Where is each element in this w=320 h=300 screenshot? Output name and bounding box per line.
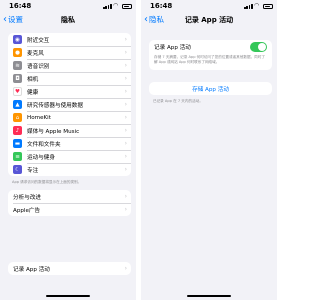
chevron-right-icon: › [124,36,127,43]
health-icon: ♥ [13,87,22,96]
chevron-right-icon: › [124,75,127,82]
chevron-right-icon: › [124,127,127,134]
chevron-right-icon: › [124,193,127,200]
wifi-icon: ◠ [254,2,260,9]
camera-icon: ◘ [13,74,22,83]
privacy-categories-list: ◉ 附近交互 › ● 麦克风 › ≋ 语音识别 › ◘ 相机 › ♥ 健康 › ▲ 研究传感器与使用数据 › ⌂ Ho… [8,33,131,176]
chevron-right-icon: › [124,49,127,56]
record-activity-toggle-row: 记录 App 活动 [149,40,272,54]
app-activity-group: 记录 App 活动 › [8,262,131,275]
privacy-screen: 16:48 ◠ ‹ 设置 隐私 ◉ 附近交互 › ● 麦克风 › ≋ 语音识别 › ◘ 相机 › ♥ 健康 ›… [0,0,136,300]
research-icon: ▲ [13,100,22,109]
battery-icon [263,4,273,9]
page-title: 隐私 [61,16,75,24]
status-bar: 16:48 ◠ [141,0,277,12]
privacy-item-label: 运动与健身 [27,154,55,161]
speech-recognition-icon: ≋ [13,61,22,70]
chevron-right-icon: › [124,153,127,160]
privacy-item[interactable]: ♥ 健康 › [8,85,131,98]
nearby-interaction-icon: ◉ [13,35,22,44]
record-app-activity-screen: 16:48 ◠ ‹ 隐私 记录 App 活动 记录 App 活动 存储 7 天摘要… [141,0,277,300]
status-bar: 16:48 ◠ [0,0,136,12]
battery-icon [122,4,132,9]
privacy-item-label: 语音识别 [27,63,50,70]
homekit-icon: ⌂ [13,113,22,122]
privacy-item[interactable]: ▬ 文件和文件夹 › [8,137,131,150]
record-app-activity-label: 记录 App 活动 [13,266,50,273]
record-activity-toggle[interactable] [250,42,267,52]
privacy-item-label: 文件和文件夹 [27,141,61,148]
page-title: 记录 App 活动 [184,16,234,24]
privacy-item-label: 相机 [27,76,39,83]
chevron-right-icon: › [124,114,127,121]
chevron-right-icon: › [124,206,127,213]
chevron-right-icon: › [124,265,127,272]
chevron-right-icon: › [124,140,127,147]
privacy-item[interactable]: ☾ 专注 › [8,163,131,176]
toggle-knob [258,43,266,51]
record-activity-description: 存储 7 天摘要，记录 App 何时访问了您的位置或者其他数据，同时了解 App… [154,55,265,64]
status-time: 16:48 [150,2,173,10]
privacy-item-label: 健康 [27,89,39,96]
folder-icon: ▬ [13,139,22,148]
microphone-icon: ● [13,48,22,57]
record-app-activity-row[interactable]: 记录 App 活动 › [8,262,131,275]
status-time: 16:48 [9,2,32,10]
record-activity-group: 记录 App 活动 存储 7 天摘要，记录 App 何时访问了您的位置或者其他数… [149,40,272,70]
focus-icon: ☾ [13,165,22,174]
wifi-icon: ◠ [113,2,119,9]
privacy-item-label: 媒体与 Apple Music [27,128,80,135]
home-indicator [46,295,90,297]
navigation-bar: ‹ 设置 隐私 [0,12,136,28]
analytics-label: 分析与改进 [13,194,41,201]
signal-icon [244,4,253,9]
privacy-item-label: 附近交互 [27,37,50,44]
record-activity-label: 记录 App 活动 [154,45,191,51]
fitness-icon: ≡ [13,152,22,161]
chevron-right-icon: › [124,166,127,173]
chevron-right-icon: › [124,62,127,69]
privacy-item-label: 研究传感器与使用数据 [27,102,83,109]
activity-note: 已记录 App 在 7 天内的活动。 [153,99,203,103]
analytics-row[interactable]: 分析与改进 › [8,190,131,203]
privacy-item[interactable]: ≡ 运动与健身 › [8,150,131,163]
music-icon: ♪ [13,126,22,135]
home-indicator [187,295,231,297]
privacy-item-label: 麦克风 [27,50,44,57]
privacy-item[interactable]: ◘ 相机 › [8,72,131,85]
apple-ads-row[interactable]: Apple广告 › [8,203,131,216]
privacy-item[interactable]: ⌂ HomeKit › [8,111,131,124]
categories-note: App 请求访问的数据将显示在上面的类别。 [12,180,82,184]
chevron-right-icon: › [124,88,127,95]
navigation-bar: ‹ 隐私 记录 App 活动 [141,12,277,28]
privacy-item[interactable]: ♪ 媒体与 Apple Music › [8,124,131,137]
analytics-group: 分析与改进 › Apple广告 › [8,190,131,216]
apple-ads-label: Apple广告 [13,207,41,214]
chevron-right-icon: › [124,101,127,108]
privacy-item-label: 专注 [27,167,39,174]
privacy-item[interactable]: ● 麦克风 › [8,46,131,59]
privacy-item-label: HomeKit [27,114,51,121]
privacy-item[interactable]: ◉ 附近交互 › [8,33,131,46]
privacy-item[interactable]: ▲ 研究传感器与使用数据 › [8,98,131,111]
signal-icon [103,4,112,9]
save-app-activity-button[interactable]: 存储 App 活动 [149,82,272,95]
privacy-item[interactable]: ≋ 语音识别 › [8,59,131,72]
